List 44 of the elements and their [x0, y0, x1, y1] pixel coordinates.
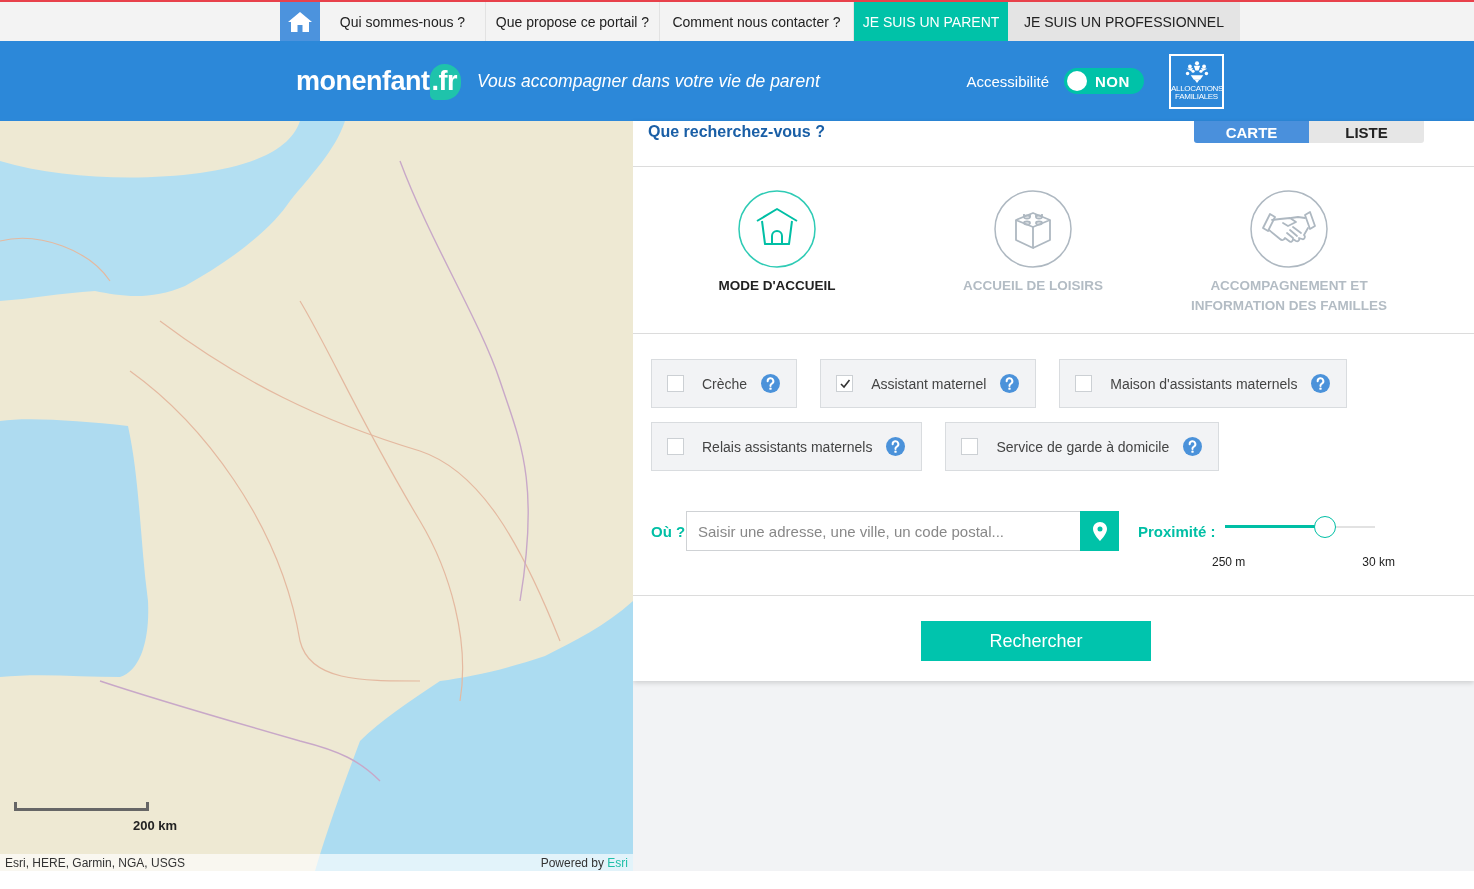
- childcare-option[interactable]: Service de garde à domicile: [945, 422, 1220, 471]
- help-icon[interactable]: [1311, 374, 1331, 393]
- accessibility-label: Accessibilité: [966, 72, 1049, 90]
- help-icon[interactable]: [1183, 437, 1203, 456]
- proximity-slider[interactable]: [1225, 516, 1375, 538]
- home-button[interactable]: [280, 2, 320, 41]
- emblem-icon: [1183, 61, 1210, 83]
- map-pin-icon: [1092, 521, 1107, 541]
- toggle-knob: [1067, 71, 1087, 91]
- checkbox[interactable]: [961, 438, 979, 455]
- search-title: Que recherchez-vous ?: [648, 123, 825, 141]
- toy-block-icon: [994, 190, 1072, 268]
- childcare-option[interactable]: Assistant maternel: [820, 359, 1037, 408]
- audience-tab[interactable]: JE SUIS UN PROFESSIONNEL: [1008, 2, 1240, 41]
- proximity-label: Proximité :: [1138, 523, 1217, 540]
- slider-thumb[interactable]: [1314, 516, 1337, 538]
- checkbox[interactable]: [836, 375, 854, 392]
- childcare-option[interactable]: Relais assistants maternels: [651, 422, 923, 471]
- checkbox[interactable]: [667, 375, 684, 392]
- help-icon[interactable]: [886, 437, 906, 456]
- address-field[interactable]: Saisir une adresse, une ville, un code postal...: [686, 511, 1080, 551]
- site-logo[interactable]: monenfant.fr: [296, 65, 461, 97]
- locate-button[interactable]: [1080, 511, 1119, 551]
- checkbox[interactable]: [667, 438, 684, 455]
- tagline: Vous accompagner dans votre vie de parent: [477, 70, 820, 92]
- partner-logo[interactable]: ALLOCATIONS FAMILIALES: [1169, 53, 1224, 109]
- powered-by-text: Powered by Esri: [540, 855, 628, 870]
- childcare-option[interactable]: Crèche: [651, 359, 798, 408]
- category-tab[interactable]: MODE D'ACCUEIL: [718, 190, 836, 296]
- childcare-option[interactable]: Maison d'assistants maternels: [1059, 359, 1348, 408]
- attribution-text: Esri, HERE, Garmin, NGA, USGS: [5, 855, 186, 870]
- checkbox[interactable]: [1075, 375, 1093, 392]
- min-distance-label: 250 m: [1212, 555, 1246, 569]
- house-icon: [738, 190, 816, 268]
- location-label: Où ?: [651, 523, 686, 540]
- help-icon[interactable]: [1000, 374, 1020, 393]
- help-icon[interactable]: [761, 374, 781, 393]
- scale-label: 200 km: [133, 818, 178, 833]
- map-drawing[interactable]: [0, 121, 633, 871]
- handshake-icon: [1250, 190, 1328, 268]
- home-icon: [288, 11, 312, 32]
- view-tab[interactable]: LISTE: [1309, 121, 1424, 143]
- logo-caption: ALLOCATIONS FAMILIALES: [1171, 85, 1222, 101]
- max-distance-label: 30 km: [1362, 555, 1395, 569]
